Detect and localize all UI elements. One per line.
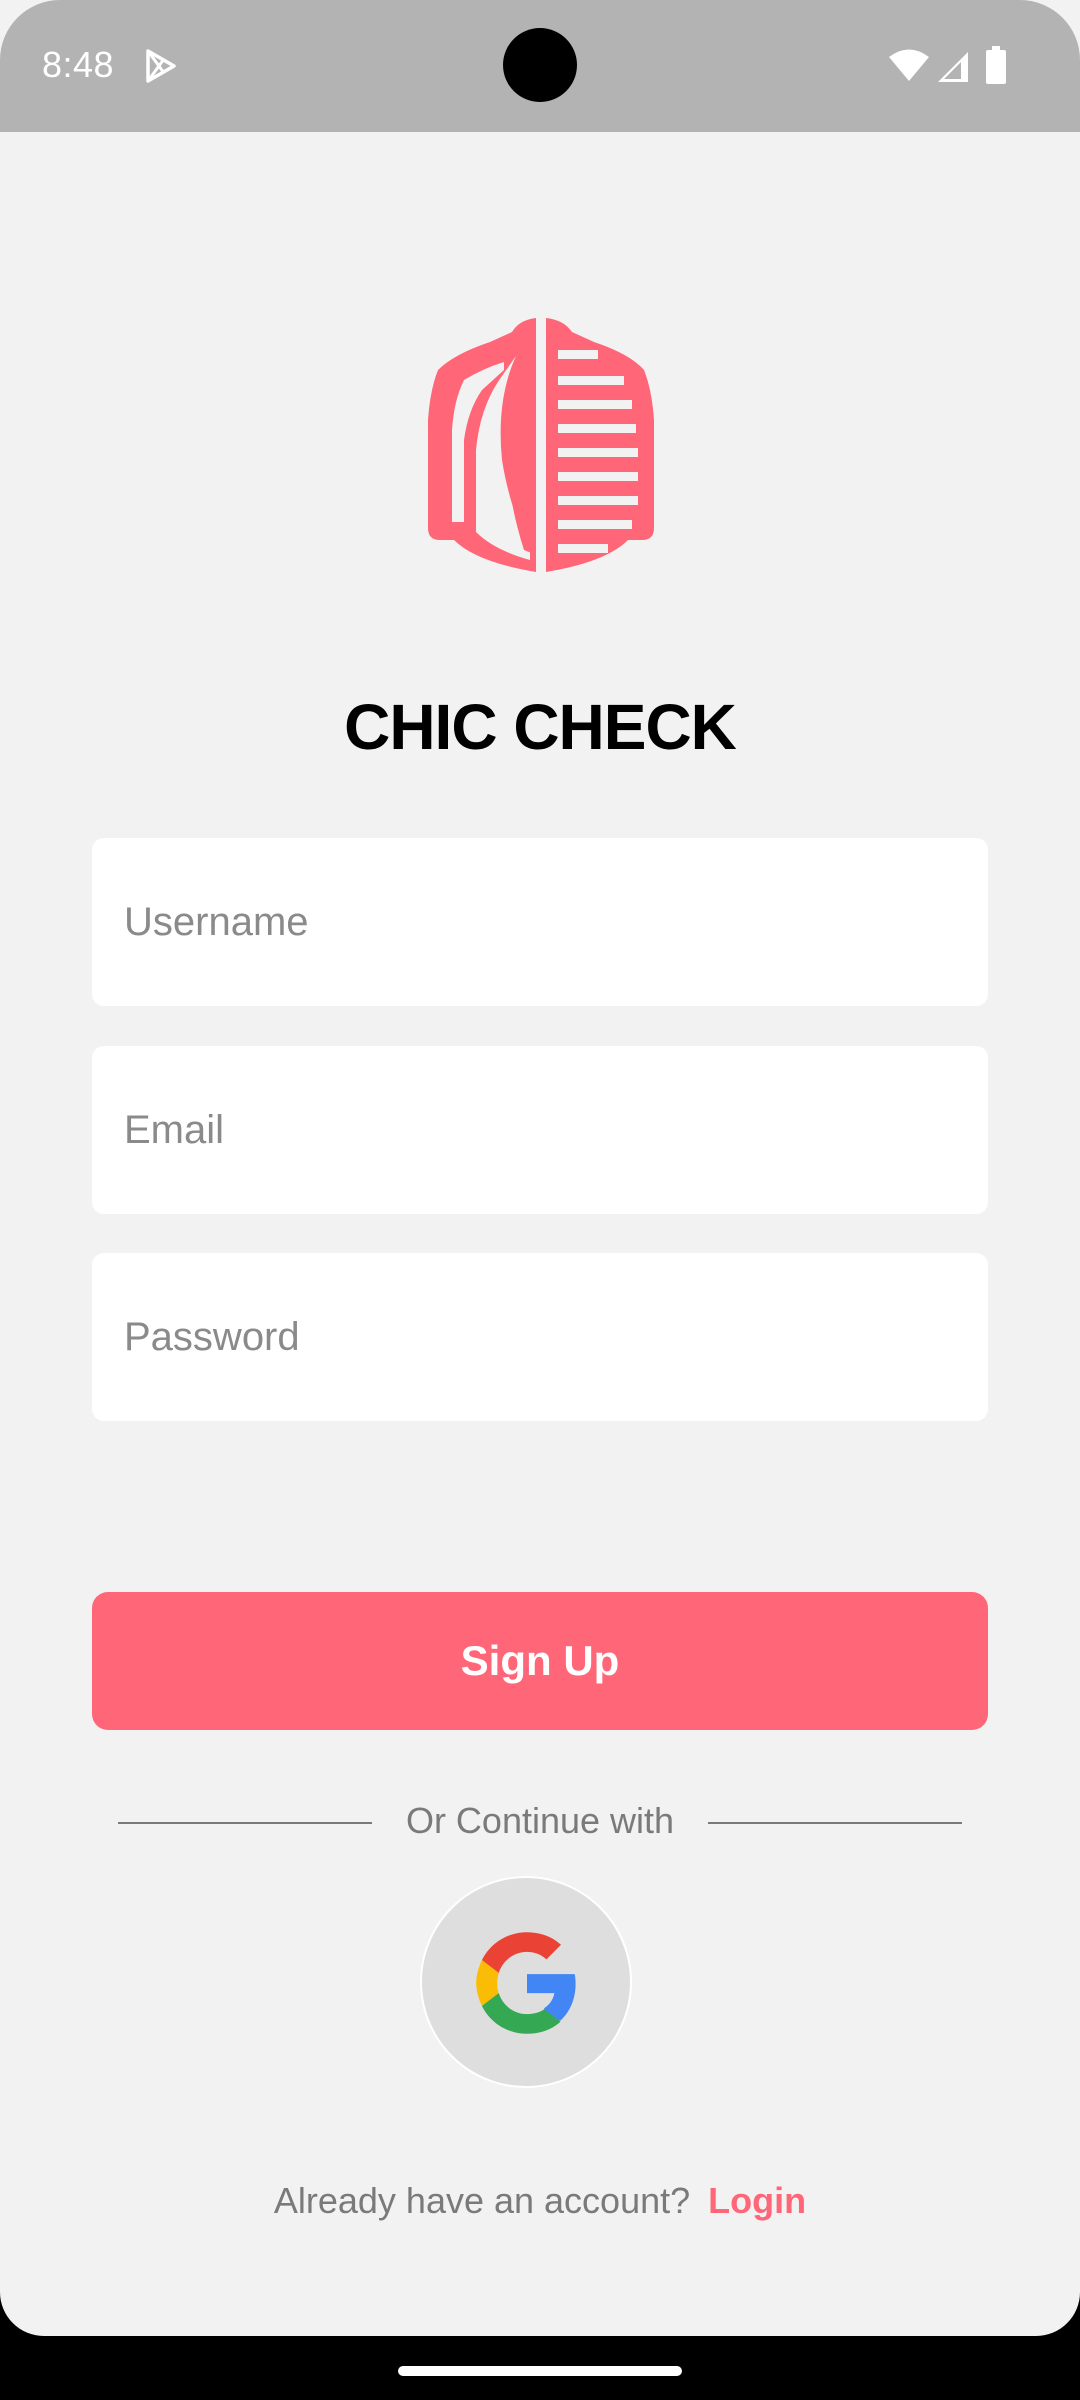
signup-screen: 8:48 CHIC CHECK Username Email Sign Up O…: [0, 0, 1080, 2336]
camera-cutout: [503, 28, 577, 102]
email-input[interactable]: [92, 1046, 988, 1214]
divider-right: [708, 1822, 962, 1824]
password-input[interactable]: [92, 1253, 988, 1421]
wifi-icon: [889, 49, 929, 81]
divider-left: [118, 1822, 372, 1824]
navigation-bar: [0, 2336, 1080, 2400]
app-title: CHIC CHECK: [344, 691, 737, 763]
username-input[interactable]: [92, 838, 988, 1006]
login-prompt-text: Already have an account?: [273, 2180, 691, 2221]
status-bar: 8:48: [0, 0, 1080, 132]
battery-icon: [986, 46, 1006, 84]
login-prompt-row: Already have an account? Login: [0, 2180, 1080, 2222]
jacket-icon: [428, 314, 654, 576]
divider-text: Or Continue with: [405, 1800, 675, 1841]
login-link[interactable]: Login: [708, 2180, 806, 2221]
home-indicator[interactable]: [398, 2366, 682, 2376]
signal-icon: [938, 52, 968, 82]
sign-up-button[interactable]: Sign Up: [92, 1592, 988, 1730]
google-icon: [476, 1932, 576, 2034]
status-time: 8:48: [42, 44, 115, 85]
play-store-icon: [146, 49, 176, 83]
google-sign-in-button[interactable]: [420, 1876, 632, 2088]
